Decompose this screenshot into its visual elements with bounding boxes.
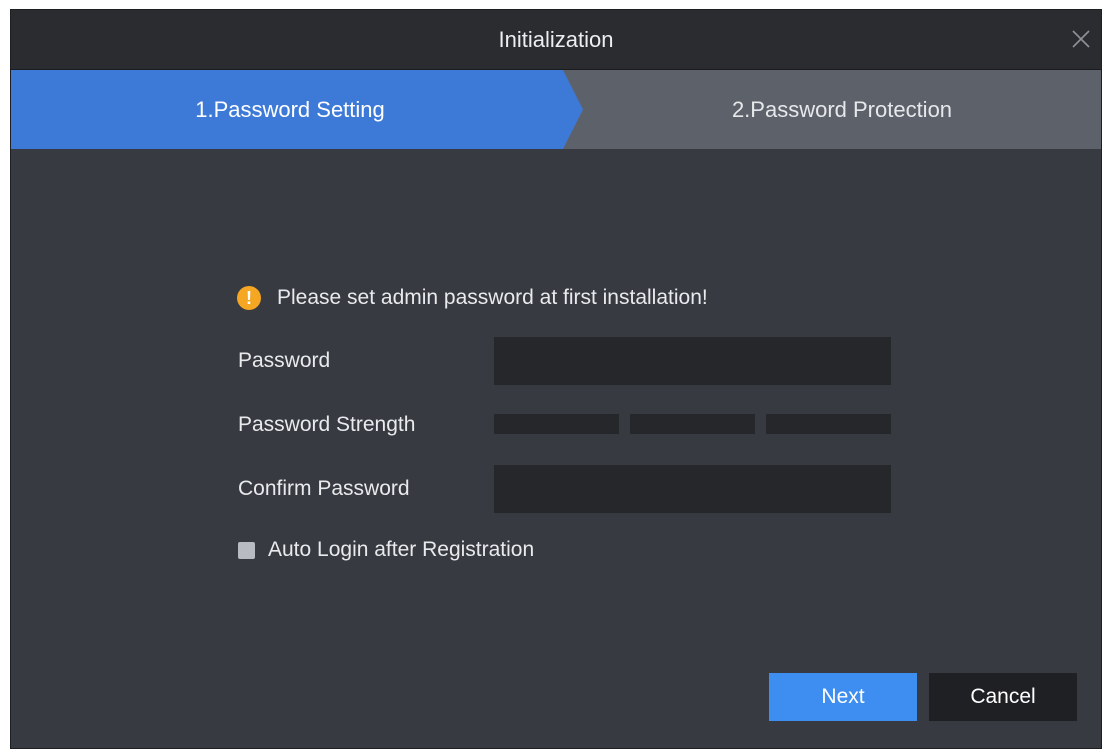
password-input[interactable] bbox=[494, 337, 891, 385]
close-icon[interactable] bbox=[1069, 27, 1093, 51]
confirm-password-input[interactable] bbox=[494, 465, 891, 513]
confirm-password-label: Confirm Password bbox=[238, 477, 410, 500]
auto-login-checkbox[interactable] bbox=[238, 541, 255, 559]
strength-segment-medium bbox=[630, 414, 755, 434]
next-button[interactable]: Next bbox=[769, 673, 917, 721]
setup-notice: ! Please set admin password at first ins… bbox=[237, 286, 708, 310]
step-label: 1.Password Setting bbox=[195, 97, 385, 122]
auto-login-label: Auto Login after Registration bbox=[268, 538, 535, 561]
dialog-title: Initialization bbox=[498, 27, 614, 52]
password-strength-label: Password Strength bbox=[238, 413, 416, 436]
strength-segment-strong bbox=[766, 414, 891, 434]
step-label: 2.Password Protection bbox=[731, 97, 953, 122]
step-indicator: 2.Password Protection 1.Password Setting bbox=[11, 70, 1101, 149]
password-strength-meter bbox=[494, 414, 891, 434]
auto-login-checkbox-row[interactable]: Auto Login after Registration bbox=[238, 538, 534, 562]
warning-icon: ! bbox=[237, 286, 261, 310]
title-bar: Initialization bbox=[11, 10, 1101, 70]
step-password-protection: 2.Password Protection bbox=[563, 70, 1101, 149]
notice-text: Please set admin password at first insta… bbox=[277, 286, 708, 309]
cancel-button[interactable]: Cancel bbox=[929, 673, 1077, 721]
strength-segment-weak bbox=[494, 414, 619, 434]
step-password-setting: 1.Password Setting bbox=[11, 70, 583, 149]
password-label: Password bbox=[238, 349, 331, 372]
initialization-dialog: Initialization 2.Password Protection 1.P… bbox=[10, 9, 1102, 749]
